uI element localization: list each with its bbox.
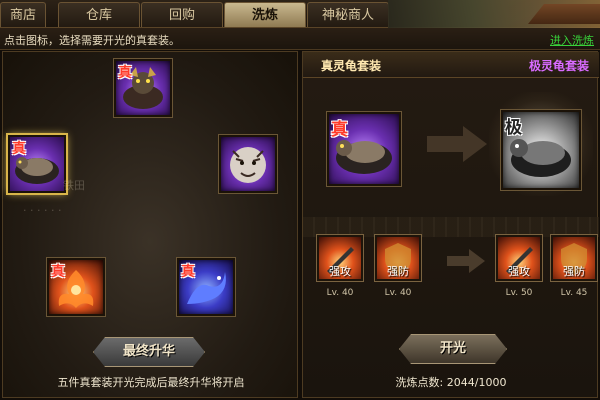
skill-strong-defense[interactable]: 强防 (375, 235, 421, 281)
item-badge: 真 (51, 264, 65, 280)
set-header: 真灵龟套装 极灵龟套装 (303, 52, 599, 78)
refine-points-label: 洗炼点数: (395, 376, 444, 389)
skill-strong-defense-upgraded[interactable]: 强防 (551, 235, 597, 281)
tab-warehouse[interactable]: 仓库 (58, 2, 140, 27)
upgrade-arrow-icon (427, 126, 487, 162)
enter-refine-link[interactable]: 进入洗炼 (550, 32, 594, 48)
item-badge: 真 (12, 141, 26, 157)
skill-upgrade-arrow-icon (447, 249, 485, 273)
skill-label: 强攻 (329, 265, 351, 278)
current-set-title: 真灵龟套装 (321, 59, 382, 73)
item-slot-bottom-right[interactable]: 真 (177, 258, 235, 316)
item-slot-bottom-left[interactable]: 真 (47, 258, 105, 316)
item-slot-top[interactable]: 真 (114, 59, 172, 117)
instruction-text: 点击图标，选择需要开光的真套装。 (4, 34, 180, 47)
skill-level: Lv. 50 (505, 288, 533, 298)
refine-panel: 真灵龟套装 极灵龟套装 真 极 强攻 Lv. 40 强防 Lv. 40 强攻 L… (302, 51, 599, 398)
skill-level: Lv. 45 (560, 288, 588, 298)
final-ascend-note: 五件真套装开光完成后最终升华将开启 (57, 376, 245, 389)
skill-label: 强防 (387, 265, 409, 278)
tab-shop[interactable]: 商店 (0, 2, 46, 27)
tiger-icon (230, 147, 266, 183)
skill-strong-attack[interactable]: 强攻 (317, 235, 363, 281)
item-badge: 真 (331, 120, 348, 140)
upgraded-set-title: 极灵龟套装 (528, 59, 589, 73)
tab-mystery-merchant[interactable]: 神秘商人 (307, 2, 389, 27)
kaiguang-button[interactable]: 开光 (399, 334, 507, 364)
instruction-bar: 点击图标，选择需要开光的真套装。 进入洗炼 (0, 28, 600, 50)
divider (303, 217, 599, 237)
tab-refine[interactable]: 洗炼 (224, 2, 306, 27)
upgraded-set-item[interactable]: 极 (501, 110, 581, 190)
ghost-text: 铁田 (63, 179, 85, 192)
final-ascend-button[interactable]: 最终升华 (93, 337, 205, 367)
skill-label: 强攻 (508, 265, 530, 278)
item-badge: 极 (505, 118, 522, 138)
item-slot-left[interactable]: 真 (8, 135, 66, 193)
skill-level: Lv. 40 (326, 288, 354, 298)
scene-background (388, 0, 600, 28)
item-slot-right[interactable] (219, 135, 277, 193)
item-badge: 真 (181, 264, 195, 280)
refine-points-value: 2044/1000 (446, 376, 507, 389)
tab-buyback[interactable]: 回购 (141, 2, 223, 27)
current-set-item[interactable]: 真 (327, 112, 401, 186)
set-selection-panel: 真 真 铁田 · · · · · · 真 真 最终升华 五件真套装开光完成后最终… (2, 51, 298, 398)
item-badge: 真 (118, 65, 132, 81)
tab-bar: 商店 仓库 回购 洗炼 神秘商人 (0, 0, 600, 28)
skill-level: Lv. 40 (384, 288, 412, 298)
skill-label: 强防 (563, 265, 585, 278)
skill-strong-attack-upgraded[interactable]: 强攻 (496, 235, 542, 281)
ghost-text: · · · · · · (23, 204, 62, 217)
refine-points: 洗炼点数: 2044/1000 (303, 374, 599, 390)
